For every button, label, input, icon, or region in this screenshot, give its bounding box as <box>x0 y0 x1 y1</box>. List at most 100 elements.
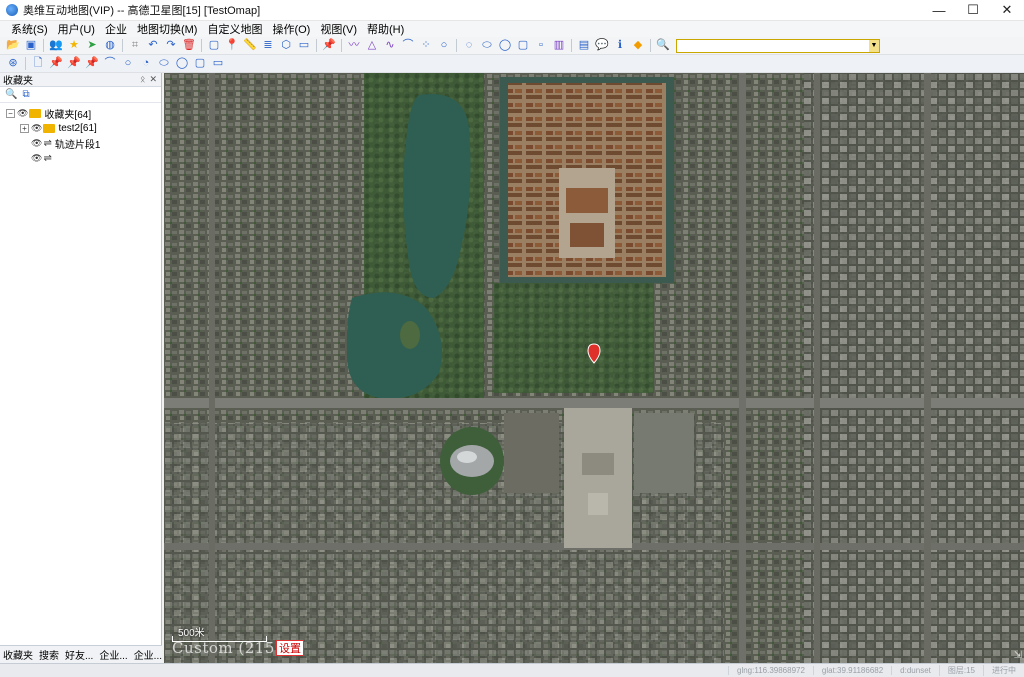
circle-outline-icon[interactable]: ○ <box>120 57 136 71</box>
visibility-eye-icon[interactable]: 👁 <box>31 123 42 134</box>
copy-icon[interactable]: ⧉ <box>22 89 29 100</box>
tree-node-label: test2[61] <box>58 123 97 134</box>
marker-icon[interactable]: 📍 <box>224 39 240 53</box>
folder-icon <box>43 124 56 133</box>
favorites-panel: 收藏夹 ᛟ ✕ 🔍 ⧉ − 👁 收藏夹[64] + 👁 test2[61] 👁 ⇌ 轨迹片段1 👁 ⇌ <box>0 73 162 663</box>
search-box[interactable]: ▼ <box>676 38 880 53</box>
tab-friends[interactable]: 好友... <box>62 647 96 662</box>
pin-blue-icon[interactable]: 📌 <box>66 57 82 71</box>
search-icon[interactable]: 🔍 <box>655 39 671 53</box>
square-blue-icon[interactable]: ▢ <box>192 57 208 71</box>
menu-view[interactable]: 视图(V) <box>315 21 362 37</box>
save-icon[interactable]: ▣ <box>23 39 39 53</box>
arc-circle-icon[interactable]: ◌ <box>461 39 477 53</box>
square-icon[interactable]: ▢ <box>515 39 531 53</box>
toolbar-separator <box>316 39 317 52</box>
tree-node[interactable]: 👁 ⇌ <box>6 151 161 166</box>
triangle-icon[interactable]: △ <box>364 39 380 53</box>
visibility-eye-icon[interactable]: 👁 <box>17 108 28 119</box>
panel-toolbar: 🔍 ⧉ <box>0 87 161 103</box>
search-dropdown-icon[interactable]: ▼ <box>869 39 879 52</box>
redo-icon[interactable]: ↷ <box>163 39 179 53</box>
globe-icon[interactable]: ◍ <box>102 39 118 53</box>
diamond-icon[interactable]: ◆ <box>630 39 646 53</box>
maximize-button[interactable]: ☐ <box>956 0 990 21</box>
toolbar-separator <box>25 57 26 70</box>
select-rect-icon[interactable]: ▢ <box>206 39 222 53</box>
tab-search[interactable]: 搜索 <box>36 647 62 662</box>
status-cell: 图层:15 <box>938 665 983 676</box>
visibility-eye-icon[interactable]: 👁 <box>31 153 42 164</box>
visibility-eye-icon[interactable]: 👁 <box>31 138 42 149</box>
arc-icon[interactable]: ⌒ <box>400 39 416 53</box>
ellipse-icon[interactable]: ⬭ <box>479 39 495 53</box>
pin-green-icon[interactable]: ➤ <box>84 39 100 53</box>
favorite-star-icon[interactable]: ★ <box>66 39 82 53</box>
status-cell: glng:116.39868972 <box>728 666 813 675</box>
document-icon[interactable]: 🗋 <box>30 57 46 71</box>
pin-yellow-icon[interactable]: 📌 <box>48 57 64 71</box>
tab-enterprise-2[interactable]: 企业... <box>131 647 165 662</box>
folder-icon <box>29 109 42 118</box>
toolbar-separator <box>650 39 651 52</box>
settings-button[interactable]: 设置 <box>276 640 304 656</box>
rect-blue-icon[interactable]: ▭ <box>210 57 226 71</box>
open-folder-icon[interactable]: 📂 <box>5 39 21 53</box>
status-cell: d:dunset <box>891 666 939 675</box>
compass-icon[interactable]: ⊛ <box>5 57 21 71</box>
users-icon[interactable]: 👥 <box>48 39 64 53</box>
curve-icon[interactable]: ∿ <box>382 39 398 53</box>
satellite-imagery <box>164 73 1024 663</box>
resize-corner-icon[interactable]: ⇲ <box>1014 650 1022 661</box>
crop-icon[interactable]: ⌗ <box>127 39 143 53</box>
hexagon-icon[interactable]: ⬡ <box>278 39 294 53</box>
pin-green2-icon[interactable]: 📌 <box>84 57 100 71</box>
chat-icon[interactable]: 💬 <box>594 39 610 53</box>
menu-user[interactable]: 用户(U) <box>53 21 100 37</box>
main-toolbar: 📂 ▣ 👥 ★ ➤ ◍ ⌗ ↶ ↷ 🗑 ▢ 📍 📏 ≣ ⬡ ▭ 📌 〰 △ ∿ ⌒ ⁘ ○ ◌ ⬭ ◯ ▢ ▫ ▥ ▤ 💬 ℹ ◆ 🔍 ▼ <box>0 37 1024 55</box>
delete-icon[interactable]: 🗑 <box>181 39 197 53</box>
tree-expander-icon[interactable]: − <box>6 109 15 118</box>
pin-panel-icon[interactable]: ᛟ <box>140 74 145 85</box>
video-icon[interactable]: ▭ <box>296 39 312 53</box>
arc-line-icon[interactable]: ⌒ <box>102 57 118 71</box>
menu-system[interactable]: 系统(S) <box>6 21 53 37</box>
partial-circle-icon[interactable]: ◔ <box>138 57 154 71</box>
circle-fill-icon[interactable]: ◯ <box>497 39 513 53</box>
close-panel-icon[interactable]: ✕ <box>149 74 157 85</box>
toolbar-separator <box>43 39 44 52</box>
menu-map-switch[interactable]: 地图切换(M) <box>132 21 203 37</box>
circle-blue-icon[interactable]: ◯ <box>174 57 190 71</box>
tree-node-label: 轨迹片段1 <box>54 140 101 151</box>
map-view[interactable]: 500米 Custom (215) 设置 ⇲ <box>164 73 1024 663</box>
info-icon[interactable]: ℹ <box>612 39 628 53</box>
tree-expander-icon[interactable]: + <box>20 124 29 133</box>
barcode-icon[interactable]: ▥ <box>551 39 567 53</box>
tab-favorites[interactable]: 收藏夹 <box>0 647 36 662</box>
close-button[interactable]: ✕ <box>990 0 1024 21</box>
draw-toolbar: ⊛ 🗋 📌 📌 📌 ⌒ ○ ◔ ⬭ ◯ ▢ ▭ <box>0 55 1024 73</box>
ruler-icon[interactable]: 📏 <box>242 39 258 53</box>
pushpin-icon[interactable]: 📌 <box>321 39 337 53</box>
minimize-button[interactable]: — <box>922 0 956 21</box>
undo-icon[interactable]: ↶ <box>145 39 161 53</box>
search-icon[interactable]: 🔍 <box>5 89 17 100</box>
tree-node[interactable]: 👁 ⇌ 轨迹片段1 <box>6 136 161 151</box>
favorites-tree: − 👁 收藏夹[64] + 👁 test2[61] 👁 ⇌ 轨迹片段1 👁 ⇌ <box>0 103 161 166</box>
point-group-icon[interactable]: ⁘ <box>418 39 434 53</box>
menu-operation[interactable]: 操作(O) <box>267 21 315 37</box>
menu-help[interactable]: 帮助(H) <box>362 21 409 37</box>
menu-enterprise[interactable]: 企业 <box>100 21 132 37</box>
circle-icon[interactable]: ○ <box>436 39 452 53</box>
tab-enterprise-1[interactable]: 企业... <box>96 647 130 662</box>
rect-small-icon[interactable]: ▫ <box>533 39 549 53</box>
tree-node[interactable]: − 👁 收藏夹[64] <box>6 106 161 121</box>
ellipse-outline-icon[interactable]: ⬭ <box>156 57 172 71</box>
search-input[interactable] <box>677 40 867 52</box>
chart-icon[interactable]: ▤ <box>576 39 592 53</box>
menu-custom-map[interactable]: 自定义地图 <box>202 21 267 37</box>
polyline-icon[interactable]: 〰 <box>346 39 362 53</box>
app-logo-icon <box>6 4 18 16</box>
layers-icon[interactable]: ≣ <box>260 39 276 53</box>
tree-node[interactable]: + 👁 test2[61] <box>6 121 161 136</box>
